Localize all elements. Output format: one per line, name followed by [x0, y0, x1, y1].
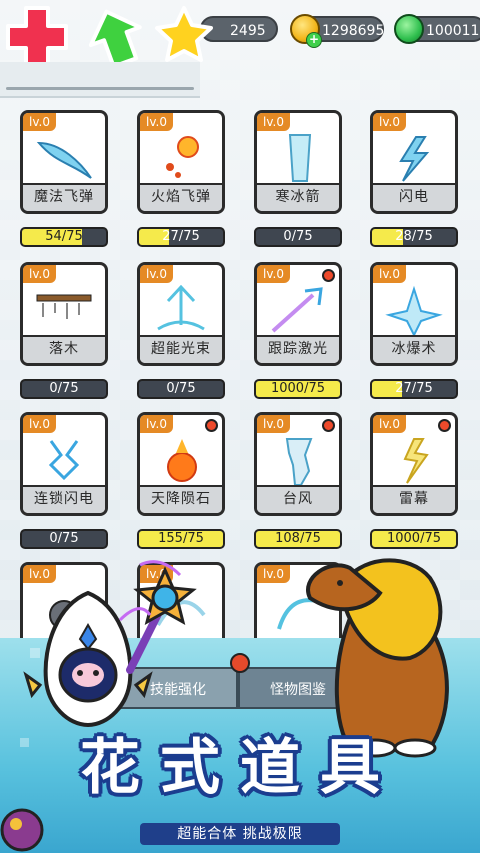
skill-level-badge: lv.0: [23, 265, 56, 283]
skill-name: 火焰飞弹: [140, 183, 222, 211]
skill-card[interactable]: lv.0 闪电: [370, 110, 458, 214]
top-bar: 2495 + 1298695 1000114/80: [0, 0, 480, 69]
notification-dot: [322, 269, 335, 282]
skill-name: 魔法飞弹: [23, 183, 105, 211]
skill-level-badge: lv.0: [140, 113, 173, 131]
progress-text: 0/75: [166, 381, 196, 396]
skill-card[interactable]: lv.0 天降陨石: [137, 412, 225, 516]
gem-icon: [394, 14, 424, 44]
skill-art-icon: [36, 141, 92, 179]
skill-card[interactable]: lv.0 跟踪激光: [254, 262, 342, 366]
skill-progress-bar: 54/75: [20, 227, 108, 247]
skill-level-badge: lv.0: [140, 415, 173, 433]
skill-name: 跟踪激光: [257, 335, 339, 363]
progress-text: 108/75: [275, 531, 321, 546]
progress-text: 1000/75: [270, 381, 325, 396]
skill-level-badge: lv.0: [23, 113, 56, 131]
resource-value: 2495: [230, 23, 266, 39]
coin-value: 1298695: [322, 23, 385, 39]
skill-name: 闪电: [373, 183, 455, 211]
notification-dot: [438, 419, 451, 432]
skill-art-icon: [36, 294, 92, 319]
skill-level-badge: lv.0: [373, 415, 406, 433]
yellow-star-icon[interactable]: [155, 6, 213, 62]
skill-level-badge: lv.0: [373, 265, 406, 283]
skill-progress-bar: 0/75: [20, 529, 108, 549]
gem-counter[interactable]: 1000114/80: [394, 14, 480, 44]
skill-progress-bar: 27/75: [370, 379, 458, 399]
skill-progress-bar: 0/75: [20, 379, 108, 399]
skill-card[interactable]: lv.0 魔法飞弹: [20, 110, 108, 214]
gem-value: 1000114/80: [426, 23, 480, 39]
skill-art-icon: [167, 439, 197, 482]
skill-level-badge: lv.0: [257, 265, 290, 283]
bomb-orb-icon: [0, 808, 44, 852]
skill-progress-bar: 155/75: [137, 529, 225, 549]
game-screen: 2495 + 1298695 1000114/80 lv.0 魔法飞弹 54/75 l…: [0, 0, 480, 853]
skill-card[interactable]: lv.0 雷幕: [370, 412, 458, 516]
skill-name: 落木: [23, 335, 105, 363]
skill-art-icon: [399, 136, 430, 182]
skill-art-icon: [385, 285, 443, 335]
skill-art-icon: [403, 438, 429, 484]
skill-level-badge: lv.0: [257, 415, 290, 433]
notification-dot: [230, 653, 250, 673]
skill-name: 超能光束: [140, 335, 222, 363]
skill-progress-bar: 1000/75: [254, 379, 342, 399]
progress-text: 54/75: [45, 229, 83, 244]
lion-character: [306, 558, 449, 758]
skill-name: 台风: [257, 485, 339, 513]
skill-name: 雷幕: [373, 485, 455, 513]
skill-level-badge: lv.0: [140, 265, 173, 283]
skill-art-icon: [157, 285, 205, 331]
magic-staff-character: [118, 560, 197, 674]
coin-counter[interactable]: + 1298695: [290, 14, 385, 48]
skill-art-icon: [288, 134, 312, 182]
skill-art-icon: [48, 440, 80, 481]
add-coins-icon[interactable]: +: [306, 32, 322, 48]
progress-text: 28/75: [395, 229, 433, 244]
skill-progress-bar: 27/75: [137, 227, 225, 247]
red-plus-icon[interactable]: [6, 6, 68, 68]
notification-dot: [205, 419, 218, 432]
skill-card[interactable]: lv.0 台风: [254, 412, 342, 516]
skill-progress-bar: 108/75: [254, 529, 342, 549]
promo-title: 花式道具: [80, 733, 400, 803]
skill-level-badge: lv.0: [257, 565, 290, 583]
skill-card[interactable]: lv.0 寒冰箭: [254, 110, 342, 214]
skill-level-badge: lv.0: [373, 113, 406, 131]
skill-art-icon: [285, 438, 313, 485]
progress-text: 0/75: [49, 531, 79, 546]
skill-card[interactable]: lv.0 火焰飞弹: [137, 110, 225, 214]
skill-card[interactable]: lv.0 连锁闪电: [20, 412, 108, 516]
skill-progress-bar: 28/75: [370, 227, 458, 247]
skill-level-badge: lv.0: [23, 415, 56, 433]
progress-text: 0/75: [283, 229, 313, 244]
progress-text: 27/75: [395, 381, 433, 396]
progress-text: 1000/75: [386, 531, 441, 546]
promo-subtitle: 超能合体 挑战极限: [140, 823, 340, 845]
skill-progress-bar: 0/75: [137, 379, 225, 399]
notification-dot: [322, 419, 335, 432]
skill-level-badge: lv.0: [257, 113, 290, 131]
skill-card[interactable]: lv.0 落木: [20, 262, 108, 366]
skill-name: 连锁闪电: [23, 485, 105, 513]
skill-art-icon: [166, 136, 199, 178]
skill-level-badge: lv.0: [23, 565, 56, 583]
progress-text: 27/75: [162, 229, 200, 244]
skill-art-icon: [271, 287, 323, 333]
skill-progress-bar: 0/75: [254, 227, 342, 247]
skill-card[interactable]: lv.0 冰爆术: [370, 262, 458, 366]
progress-text: 155/75: [158, 531, 204, 546]
skill-card[interactable]: lv.0 超能光束: [137, 262, 225, 366]
tab-strip: [0, 62, 200, 98]
skill-name: 寒冰箭: [257, 183, 339, 211]
progress-text: 0/75: [49, 381, 79, 396]
skill-name: 天降陨石: [140, 485, 222, 513]
skill-name: 冰爆术: [373, 335, 455, 363]
skill-progress-bar: 1000/75: [370, 529, 458, 549]
